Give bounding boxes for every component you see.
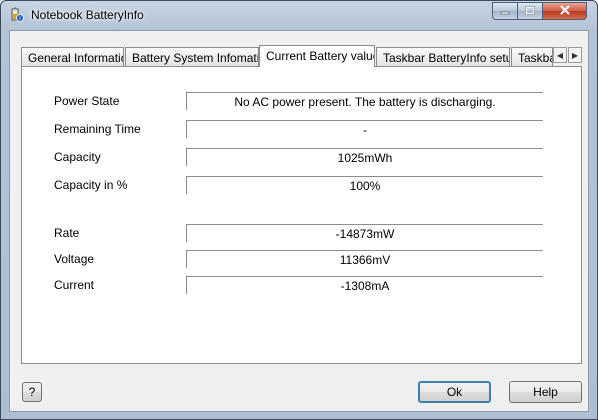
capacity-percent-label: Capacity in %: [54, 178, 128, 192]
power-state-label: Power State: [54, 94, 120, 108]
maximize-icon: [525, 4, 535, 18]
current-value: -1308mA: [186, 276, 543, 294]
capacity-percent-value: 100%: [186, 176, 543, 194]
tab-scroll-left-button[interactable]: ◀: [553, 47, 567, 63]
tab-label: Battery System Infomation: [132, 51, 259, 65]
ok-button[interactable]: Ok: [418, 381, 491, 403]
minimize-button[interactable]: [492, 2, 518, 20]
tab-scroll-controls: ◀ ▶: [553, 47, 583, 63]
remaining-time-value: -: [186, 120, 543, 138]
tab-current-battery-values[interactable]: Current Battery values: [259, 45, 375, 67]
voltage-value: 11366mV: [186, 250, 543, 268]
tab-label: Current Battery values: [266, 49, 375, 63]
help-question-button[interactable]: ?: [22, 382, 42, 402]
current-label: Current: [54, 278, 95, 292]
arrow-left-icon: ◀: [556, 50, 564, 60]
capacity-label: Capacity: [54, 150, 101, 164]
dialog-client-area: General Information Battery System Infom…: [9, 30, 589, 412]
voltage-label: Voltage: [54, 252, 95, 266]
tab-scroll-right-button[interactable]: ▶: [568, 47, 582, 63]
battery-app-icon: i: [10, 7, 24, 23]
close-icon: [559, 4, 571, 18]
app-window: i Notebook BatteryInfo General Informati…: [0, 0, 598, 420]
close-button[interactable]: [542, 2, 587, 20]
remaining-time-label: Remaining Time: [54, 122, 141, 136]
tab-label: General Information: [28, 51, 124, 65]
rate-label: Rate: [54, 226, 80, 240]
minimize-icon: [500, 4, 510, 18]
tab-general-information[interactable]: General Information: [21, 47, 124, 66]
power-state-value: No AC power present. The battery is disc…: [186, 92, 543, 110]
tab-label: Taskbar BatteryInfo setup: [383, 51, 510, 65]
tab-label: Taskbar: [518, 51, 552, 65]
tab-battery-system-information[interactable]: Battery System Infomation: [125, 47, 259, 66]
window-title: Notebook BatteryInfo: [31, 8, 144, 22]
maximize-button[interactable]: [517, 2, 543, 20]
arrow-right-icon: ▶: [571, 50, 579, 60]
title-bar[interactable]: i Notebook BatteryInfo: [1, 1, 597, 29]
tab-taskbar[interactable]: Taskbar: [511, 47, 553, 66]
tab-strip: General Information Battery System Infom…: [21, 45, 582, 67]
rate-value: -14873mW: [186, 224, 543, 242]
current-battery-values-panel: Power State No AC power present. The bat…: [21, 66, 582, 364]
capacity-value: 1025mWh: [186, 148, 543, 166]
help-button[interactable]: Help: [509, 381, 582, 403]
tab-taskbar-batteryinfo-setup[interactable]: Taskbar BatteryInfo setup: [376, 47, 510, 66]
